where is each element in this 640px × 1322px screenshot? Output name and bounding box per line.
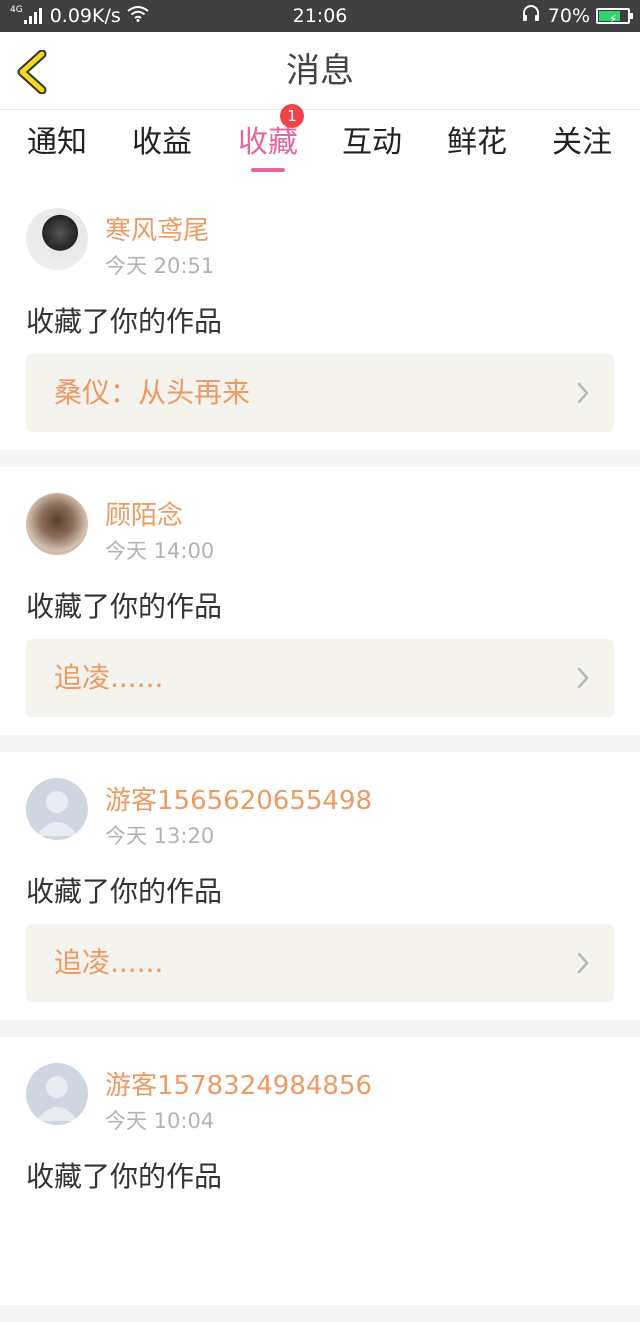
app-header: 消息 <box>0 32 640 110</box>
avatar[interactable] <box>26 493 88 555</box>
tab-flowers[interactable]: 鲜花 <box>427 110 527 182</box>
action-text: 收藏了你的作品 <box>26 305 223 338</box>
message-card: 游客1565620655498 今天 13:20 收藏了你的作品 追凌.....… <box>0 752 640 1020</box>
avatar[interactable] <box>26 208 88 270</box>
action-text: 收藏了你的作品 <box>26 1160 223 1193</box>
timestamp: 今天 10:04 <box>105 1109 215 1133</box>
tab-interaction[interactable]: 互动 <box>322 110 422 182</box>
username[interactable]: 游客1578324984856 <box>105 1065 372 1102</box>
active-tab-indicator <box>251 168 285 172</box>
message-card: 寒风鸢尾 今天 20:51 收藏了你的作品 桑仪：从头再来 <box>0 182 640 450</box>
work-title: 追凌...... <box>54 661 164 694</box>
work-title: 桑仪：从头再来 <box>54 376 251 409</box>
chevron-right-icon <box>577 952 589 974</box>
chevron-right-icon <box>577 667 589 689</box>
work-link[interactable]: 追凌...... <box>26 924 614 1002</box>
default-avatar-icon <box>36 1076 78 1121</box>
tab-follow[interactable]: 关注 <box>532 110 632 182</box>
unread-badge: 1 <box>280 104 304 128</box>
tab-label: 互动 <box>342 125 402 160</box>
username[interactable]: 寒风鸢尾 <box>105 210 209 247</box>
tab-earnings[interactable]: 收益 <box>112 110 212 182</box>
headset-icon <box>522 0 540 32</box>
avatar[interactable] <box>26 1063 88 1125</box>
tab-favorites[interactable]: 收藏 1 <box>218 104 318 182</box>
message-card: 顾陌念 今天 14:00 收藏了你的作品 追凌...... <box>0 467 640 735</box>
timestamp: 今天 13:20 <box>105 824 215 848</box>
tab-label: 收藏 <box>238 125 298 160</box>
battery-percent: 70% <box>547 5 590 27</box>
tab-label: 关注 <box>552 125 612 160</box>
tab-label: 鲜花 <box>447 125 507 160</box>
work-link[interactable]: 桑仪：从头再来 <box>26 354 614 432</box>
tab-label: 收益 <box>132 125 192 160</box>
page-title: 消息 <box>286 51 354 91</box>
username[interactable]: 顾陌念 <box>105 495 183 532</box>
message-card: 游客1578324984856 今天 10:04 收藏了你的作品 <box>0 1037 640 1305</box>
status-bar: 4G 0.09K/s 21:06 70% ⚡ <box>0 0 640 32</box>
battery-icon: ⚡ <box>596 8 633 26</box>
tab-notifications[interactable]: 通知 <box>7 110 107 182</box>
work-title: 追凌...... <box>54 946 164 979</box>
action-text: 收藏了你的作品 <box>26 875 223 908</box>
avatar[interactable] <box>26 778 88 840</box>
default-avatar-icon <box>36 791 78 836</box>
timestamp: 今天 14:00 <box>105 539 215 563</box>
work-link[interactable]: 追凌...... <box>26 639 614 717</box>
timestamp: 今天 20:51 <box>105 254 215 278</box>
username[interactable]: 游客1565620655498 <box>105 780 372 817</box>
tab-bar: 通知 收益 收藏 1 互动 鲜花 关注 <box>0 104 640 182</box>
tab-label: 通知 <box>27 125 87 160</box>
action-text: 收藏了你的作品 <box>26 590 223 623</box>
chevron-right-icon <box>577 382 589 404</box>
message-list: 寒风鸢尾 今天 20:51 收藏了你的作品 桑仪：从头再来 顾陌念 今天 14:… <box>0 182 640 1322</box>
